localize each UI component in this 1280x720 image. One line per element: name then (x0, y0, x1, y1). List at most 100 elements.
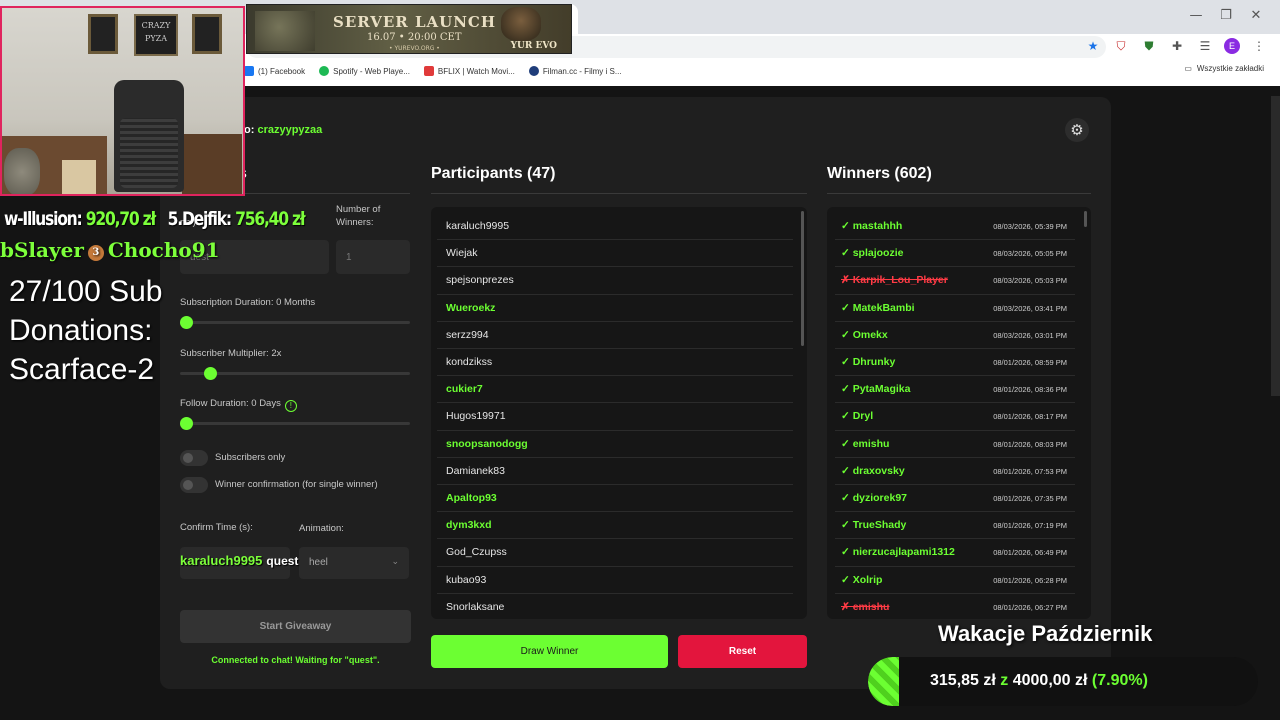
participant-row[interactable]: kubao93 (437, 567, 793, 594)
menu-kebab-icon[interactable]: ⋮ (1250, 37, 1268, 55)
participant-row[interactable]: Wiejak (437, 240, 793, 268)
participant-row[interactable]: Damianek83 (437, 458, 793, 485)
banner-character (501, 7, 541, 41)
subscribers-only-toggle[interactable] (180, 450, 208, 466)
banner-figure (255, 11, 315, 51)
winner-date: 08/03/2026, 05:39 PM (993, 222, 1067, 231)
winner-name: ✓ mastahhh (841, 220, 903, 232)
participants-divider (431, 193, 807, 194)
participant-row[interactable]: Wueroekz (437, 295, 793, 322)
maximize-icon[interactable]: ❐ (1211, 8, 1241, 23)
server-launch-banner[interactable]: SERVER LAUNCH 16.07 • 20:00 CET • YUREVO… (246, 4, 572, 54)
chat-status: Connected to chat! Waiting for "quest". (211, 655, 380, 665)
participants-list[interactable]: karaluch9995 Wiejak spejsonprezes Wueroekz s… (431, 207, 807, 619)
follow-duration-handle[interactable] (180, 417, 193, 430)
extensions-puzzle-icon[interactable]: ✚ (1168, 37, 1186, 55)
winner-name: ✓ dyziorek97 (841, 492, 907, 504)
winner-row[interactable]: ✓ nierzucajlapami1312 08/01/2026, 06:49 P… (835, 539, 1075, 567)
bookmark-star-icon[interactable]: ★ (1084, 37, 1102, 55)
bookmark-filman[interactable]: Filman.cc - Filmy i S... (528, 66, 622, 76)
participant-row[interactable]: snoopsanodogg (437, 431, 793, 458)
close-icon[interactable]: ✕ (1241, 8, 1271, 23)
channel-header: o: crazyypyzaa (244, 124, 323, 136)
winner-confirmation-label: Winner confirmation (for single winner) (215, 479, 378, 490)
winners-list[interactable]: ✓ mastahhh 08/03/2026, 05:39 PM ✓ splajooz… (827, 207, 1091, 619)
all-bookmarks[interactable]: ▭ Wszystkie zakładki (1184, 64, 1264, 73)
channel-username: crazyypyzaa (257, 124, 323, 136)
banner-url: • YUREVO.ORG • (389, 45, 440, 52)
winner-row[interactable]: ✓ mastahhh 08/03/2026, 05:39 PM (835, 213, 1075, 241)
plant (4, 148, 40, 194)
winner-row[interactable]: ✓ Dhrunky 08/01/2026, 08:59 PM (835, 349, 1075, 377)
banner-title: SERVER LAUNCH (333, 13, 497, 31)
winner-row[interactable]: ✓ emishu 08/01/2026, 08:03 PM (835, 431, 1075, 458)
winner-row[interactable]: ✓ splajoozie 08/03/2026, 05:05 PM (835, 240, 1075, 268)
bookmark-bflix[interactable]: BFLIX | Watch Movi... (423, 66, 515, 76)
minimize-icon[interactable]: — (1181, 8, 1211, 23)
chair-back (120, 118, 178, 188)
participant-row[interactable]: serzz994 (437, 322, 793, 349)
reset-button[interactable]: Reset (678, 635, 807, 668)
animation-select[interactable]: heel ⌄ (299, 547, 409, 579)
participant-row[interactable]: Apaltop93 (437, 485, 793, 513)
settings-gear-icon[interactable]: ⚙ (1065, 118, 1089, 142)
donations-label: Donations: (9, 314, 153, 347)
participant-row[interactable]: dym3kxd (437, 512, 793, 540)
winner-name: ✓ nierzucajlapami1312 (841, 546, 955, 559)
participant-row[interactable]: spejsonprezes (437, 267, 793, 295)
winner-name: ✓ Omekx (841, 328, 888, 341)
draw-winner-button[interactable]: Draw Winner (431, 635, 668, 668)
winner-confirmation-toggle[interactable] (180, 477, 208, 493)
sub-duration-slider[interactable] (180, 321, 410, 324)
profile-avatar-icon[interactable]: E (1224, 38, 1240, 54)
winners-divider (827, 193, 1091, 194)
winner-row[interactable]: ✓ MatekBambi 08/03/2026, 03:41 PM (835, 295, 1075, 322)
winner-date: 08/03/2026, 05:05 PM (993, 249, 1067, 259)
winner-row[interactable]: ✓ PytaMagika 08/01/2026, 08:36 PM (835, 376, 1075, 404)
filman-icon (528, 66, 539, 76)
sub-duration-handle[interactable] (180, 316, 193, 329)
background-window-edge (1271, 96, 1280, 396)
participants-scrollbar[interactable] (801, 211, 804, 346)
wall-picture (88, 14, 118, 54)
sub-multiplier-handle[interactable] (204, 367, 217, 380)
bookmark-facebook[interactable]: (1) Facebook (244, 66, 305, 76)
info-icon[interactable]: ! (284, 400, 297, 412)
follow-duration-slider[interactable] (180, 422, 410, 425)
start-giveaway-button[interactable]: Start Giveaway (180, 610, 411, 643)
bookmark-spotify[interactable]: Spotify - Web Playe... (319, 66, 410, 76)
winner-name: ✓ TrueShady (841, 519, 907, 532)
extension-shield-icon[interactable]: ⛉ (1112, 37, 1130, 55)
participant-row[interactable]: God_Czupss (437, 539, 793, 567)
winner-row[interactable]: ✓ dyziorek97 08/01/2026, 07:35 PM (835, 485, 1075, 513)
winner-name: ✓ emishu (841, 437, 890, 450)
winner-row[interactable]: ✓ Omekx 08/03/2026, 03:01 PM (835, 322, 1075, 349)
winner-name: ✓ MatekBambi (841, 301, 915, 314)
winner-row[interactable]: ✓ Dryl 08/01/2026, 08:17 PM (835, 403, 1075, 431)
winner-date: 08/01/2026, 06:49 PM (993, 548, 1067, 558)
top-subs-ticker: bSlayer 3 Chocho91 (0, 238, 220, 262)
winner-row[interactable]: ✗ Karpik_Lou_Player 08/03/2026, 05:03 PM (835, 267, 1075, 295)
winner-name: ✓ Xolrip (841, 573, 883, 586)
sub-goal: 27/100 Sub (9, 275, 163, 308)
participant-row[interactable]: kondzikss (437, 349, 793, 377)
reading-list-icon[interactable]: ☰ (1196, 37, 1214, 55)
winner-row[interactable]: ✗ emishu 08/01/2026, 06:27 PM (835, 594, 1075, 619)
winner-date: 08/01/2026, 08:36 PM (993, 385, 1067, 395)
participant-row[interactable]: cukier7 (437, 376, 793, 404)
screen: — ❐ ✕ ★ ⛉ ⛊ ✚ ☰ E ⋮ (1) Facebook Spotify… (0, 0, 1280, 720)
winner-name: ✓ splajoozie (841, 247, 904, 260)
participant-row[interactable]: karaluch9995 (437, 213, 793, 241)
winner-date: 08/01/2026, 08:17 PM (993, 412, 1067, 422)
winner-row[interactable]: ✓ TrueShady 08/01/2026, 07:19 PM (835, 512, 1075, 540)
winner-row[interactable]: ✓ draxovsky 08/01/2026, 07:53 PM (835, 458, 1075, 485)
num-winners-input[interactable]: 1 (336, 240, 410, 274)
cabinet (182, 134, 242, 194)
goal-amounts: 315,85 zł z 4000,00 zł (7.90%) (930, 672, 1148, 689)
extension-adblock-icon[interactable]: ⛊ (1140, 37, 1158, 55)
participant-row[interactable]: Hugos19971 (437, 403, 793, 431)
winners-scrollbar[interactable] (1084, 211, 1087, 227)
spotify-icon (319, 66, 330, 76)
participant-row[interactable]: Snorlaksane (437, 594, 793, 619)
winner-row[interactable]: ✓ Xolrip 08/01/2026, 06:28 PM (835, 567, 1075, 594)
